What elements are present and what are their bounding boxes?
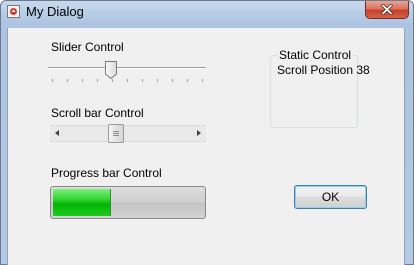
slider-thumb[interactable] (104, 60, 118, 85)
slider-label: Slider Control (51, 40, 124, 54)
title-bar[interactable]: My Dialog (1, 1, 413, 25)
scrollbar-label: Scroll bar Control (51, 106, 144, 120)
static-group-title: Static Control (277, 48, 354, 62)
slider-tick (142, 79, 143, 82)
slider-tick (52, 79, 53, 82)
app-icon[interactable] (7, 5, 20, 18)
progress-bar (50, 186, 206, 219)
slider-tick (157, 79, 158, 82)
scrollbar-thumb[interactable] (108, 124, 124, 143)
grip-line (113, 135, 119, 136)
ok-button[interactable]: OK (294, 185, 367, 209)
slider-tick (127, 79, 128, 82)
scroll-position-text: Scroll Position 38 (277, 63, 370, 77)
slider-tick (172, 79, 173, 82)
close-button[interactable] (365, 1, 409, 19)
slider-tick (82, 79, 83, 82)
slider-track[interactable] (48, 67, 206, 69)
slider-tick (187, 79, 188, 82)
chevron-left-icon[interactable] (55, 130, 59, 136)
slider-tick (97, 79, 98, 82)
slider-tick (67, 79, 68, 82)
grip-line (113, 131, 119, 132)
grip-line (113, 133, 119, 134)
horizontal-scrollbar[interactable] (50, 124, 206, 143)
slider-tick (202, 79, 203, 82)
window-title: My Dialog (26, 4, 84, 19)
chevron-right-icon[interactable] (197, 130, 201, 136)
progress-fill (53, 189, 111, 216)
progress-label: Progress bar Control (51, 166, 162, 180)
